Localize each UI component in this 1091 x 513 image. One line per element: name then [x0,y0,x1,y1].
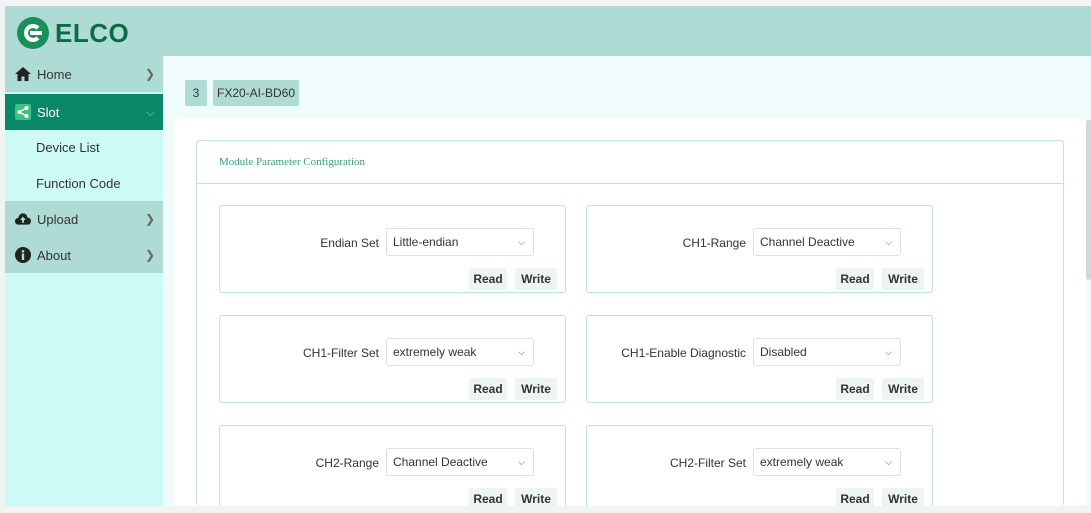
chevron-down-icon: ⌵ [518,237,525,247]
ch2-filter-set-select[interactable]: extremely weak ⌵ [753,448,901,476]
select-value: Channel Deactive [393,455,488,469]
info-icon [15,247,31,263]
select-value: Disabled [760,345,807,359]
panel-title: Module Parameter Configuration [219,156,366,168]
select-value: extremely weak [760,455,844,469]
write-button[interactable]: Write [882,378,924,400]
chevron-down-icon: ⌵ [885,347,892,357]
write-button[interactable]: Write [515,268,557,290]
param-label: CH2-Filter Set [669,456,746,470]
elco-logo[interactable]: ELCO [17,17,129,49]
read-button[interactable]: Read [836,268,874,290]
chevron-down-icon: ⌵ [145,105,155,119]
module-parameter-panel: Module Parameter Configuration Endian Se… [196,140,1064,506]
app-header: ELCO [5,6,1091,56]
write-button[interactable]: Write [882,268,924,290]
read-button[interactable]: Read [469,268,507,290]
ch1-range-select[interactable]: Channel Deactive ⌵ [753,228,901,256]
sidebar: Home ❯ Slot ⌵ Device List Function Code … [5,56,163,506]
brand-name: ELCO [55,17,130,48]
read-button[interactable]: Read [469,488,507,506]
chevron-down-icon: ⌵ [885,237,892,247]
elco-logo-icon [17,17,49,49]
select-value: Channel Deactive [760,235,855,249]
sidebar-subitem-function-code[interactable]: Function Code [5,165,163,201]
write-button[interactable]: Write [882,488,924,506]
share-icon [15,104,31,120]
home-icon [15,66,31,82]
sidebar-item-about[interactable]: About ❯ [5,237,163,273]
slot-number-tab[interactable]: 3 [185,80,207,106]
sidebar-item-label: Slot [37,104,60,120]
sidebar-subitem-label: Function Code [36,175,121,191]
ch1-filter-set-select[interactable]: extremely weak ⌵ [386,338,534,366]
param-label: CH1-Range [682,236,746,250]
module-name-tab[interactable]: FX20-AI-BD60 [213,80,299,106]
param-card-ch2-range: CH2-Range Channel Deactive ⌵ Read Write [219,425,566,506]
chevron-right-icon: ❯ [144,248,155,262]
endian-set-select[interactable]: Little-endian ⌵ [386,228,534,256]
param-label: Endian Set [320,236,379,250]
param-label: CH2-Range [315,456,379,470]
chevron-right-icon: ❯ [144,212,155,226]
select-value: extremely weak [393,345,477,359]
sidebar-subitem-device-list[interactable]: Device List [5,129,163,165]
sidebar-item-label: Upload [37,211,79,227]
param-card-ch1-enable-diagnostic: CH1-Enable Diagnostic Disabled ⌵ Read Wr… [586,315,933,403]
ch1-enable-diagnostic-select[interactable]: Disabled ⌵ [753,338,901,366]
write-button[interactable]: Write [515,378,557,400]
param-label: CH1-Enable Diagnostic [621,346,746,360]
cloud-upload-icon [15,211,31,227]
ch2-range-select[interactable]: Channel Deactive ⌵ [386,448,534,476]
read-button[interactable]: Read [469,378,507,400]
param-card-ch2-filter-set: CH2-Filter Set extremely weak ⌵ Read Wri… [586,425,933,506]
main-area: 3 FX20-AI-BD60 Module Parameter Configur… [163,56,1091,506]
select-value: Little-endian [393,235,459,249]
chevron-down-icon: ⌵ [518,347,525,357]
sidebar-item-label: About [37,247,71,263]
content-area: Module Parameter Configuration Endian Se… [174,118,1087,506]
sidebar-subitem-label: Device List [36,139,100,155]
vertical-scrollbar[interactable] [1086,120,1091,280]
param-card-ch1-range: CH1-Range Channel Deactive ⌵ Read Write [586,205,933,293]
param-card-ch1-filter-set: CH1-Filter Set extremely weak ⌵ Read Wri… [219,315,566,403]
chevron-down-icon: ⌵ [518,457,525,467]
param-card-endian-set: Endian Set Little-endian ⌵ Read Write [219,205,566,293]
sidebar-item-home[interactable]: Home ❯ [5,56,163,92]
read-button[interactable]: Read [836,488,874,506]
sidebar-item-upload[interactable]: Upload ❯ [5,201,163,237]
chevron-right-icon: ❯ [144,67,155,81]
sidebar-item-slot[interactable]: Slot ⌵ [5,94,163,130]
read-button[interactable]: Read [836,378,874,400]
chevron-down-icon: ⌵ [885,457,892,467]
param-label: CH1-Filter Set [302,346,379,360]
sidebar-item-label: Home [37,66,72,82]
divider [197,183,1063,184]
write-button[interactable]: Write [515,488,557,506]
